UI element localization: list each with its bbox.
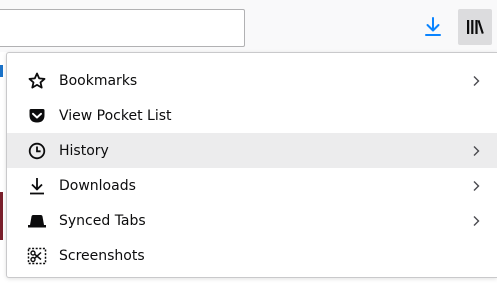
browser-window: Bookmarks View Pocket List History Downl…: [0, 0, 497, 284]
pocket-icon: [27, 106, 47, 126]
library-toolbar-button[interactable]: [458, 9, 492, 45]
chevron-right-icon: [473, 180, 480, 191]
clock-icon: [27, 141, 47, 161]
library-icon: [467, 19, 484, 34]
chevron-right-icon: [473, 75, 480, 86]
downloads-toolbar-button[interactable]: [416, 9, 450, 45]
menu-item-downloads[interactable]: Downloads: [7, 168, 497, 203]
url-input[interactable]: [0, 9, 245, 47]
menu-item-label: Bookmarks: [59, 72, 138, 89]
menu-item-label: Screenshots: [59, 247, 145, 264]
toolbar: [0, 0, 497, 52]
menu-item-label: View Pocket List: [59, 107, 172, 124]
menu-item-pocket[interactable]: View Pocket List: [7, 98, 497, 133]
background-edge-accent: [0, 192, 3, 240]
synced-tabs-icon: [27, 211, 47, 231]
star-icon: [27, 71, 47, 91]
menu-item-label: Synced Tabs: [59, 212, 146, 229]
download-icon: [27, 176, 47, 196]
menu-item-history[interactable]: History: [7, 133, 497, 168]
library-panel: Bookmarks View Pocket List History Downl…: [6, 52, 497, 278]
menu-item-screenshots[interactable]: Screenshots: [7, 238, 497, 273]
chevron-right-icon: [473, 145, 480, 156]
background-edge-accent: [0, 65, 3, 77]
menu-item-synced-tabs[interactable]: Synced Tabs: [7, 203, 497, 238]
chevron-right-icon: [473, 215, 480, 226]
download-arrow-icon: [425, 17, 441, 36]
menu-item-bookmarks[interactable]: Bookmarks: [7, 63, 497, 98]
menu-item-label: History: [59, 142, 109, 159]
menu-item-label: Downloads: [59, 177, 136, 194]
screenshots-icon: [27, 246, 47, 266]
